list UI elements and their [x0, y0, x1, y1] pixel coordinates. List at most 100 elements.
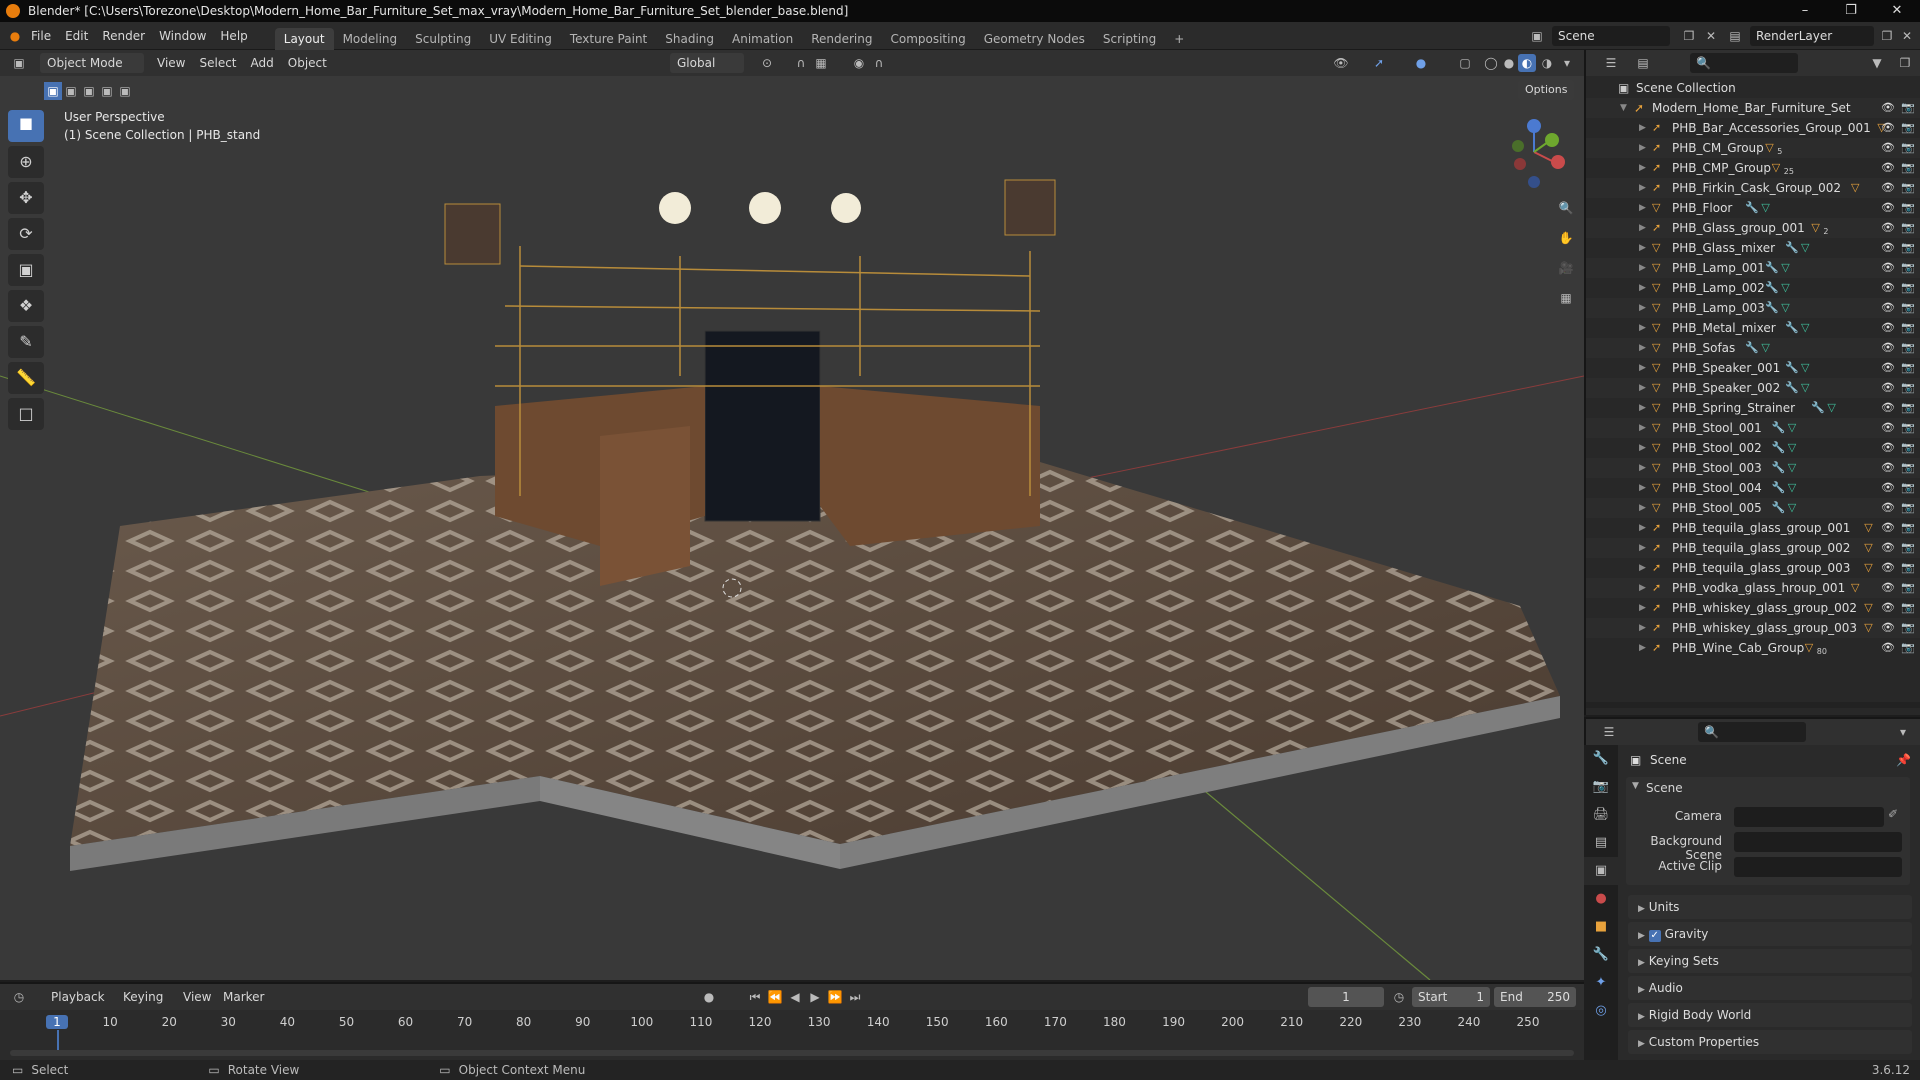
menu-view[interactable]: View: [150, 53, 192, 73]
scene-selector-icon[interactable]: ▣: [1528, 27, 1546, 45]
object-data-icon[interactable]: ▽: [1864, 618, 1872, 638]
camera-view-icon[interactable]: 🎥: [1552, 254, 1580, 282]
eye-icon[interactable]: 👁: [1881, 178, 1895, 198]
object-data-icon[interactable]: ▽: [1772, 158, 1780, 178]
properties-editor-icon[interactable]: ☰: [1600, 723, 1618, 741]
outliner-collection-row[interactable]: ▼ ➚ Modern_Home_Bar_Furniture_Set 👁 📷: [1586, 98, 1920, 118]
camera-icon[interactable]: 📷: [1901, 278, 1915, 298]
eye-icon[interactable]: 👁: [1881, 218, 1895, 238]
expand-icon[interactable]: ▶: [1639, 518, 1646, 538]
outliner-row[interactable]: ▶ ➚ PHB_CM_Group ▽ 5 👁 📷: [1586, 138, 1920, 158]
menu-marker[interactable]: Marker: [216, 987, 271, 1007]
expand-icon[interactable]: ▶: [1639, 578, 1646, 598]
outliner-search-input[interactable]: 🔍: [1690, 53, 1798, 73]
modifier-icon[interactable]: 🔧: [1772, 478, 1786, 498]
select-extend-icon[interactable]: ▣: [62, 82, 80, 100]
camera-icon[interactable]: 📷: [1901, 178, 1915, 198]
eye-icon[interactable]: 👁: [1881, 238, 1895, 258]
select-box-tool-icon[interactable]: ⯀: [8, 110, 44, 142]
mesh-data-icon[interactable]: ▽: [1788, 458, 1796, 478]
object-data-icon[interactable]: ▽: [1811, 218, 1819, 238]
camera-icon[interactable]: 📷: [1901, 618, 1915, 638]
particles-tab-icon[interactable]: ✦: [1584, 969, 1618, 997]
minimize-icon[interactable]: –: [1782, 0, 1828, 22]
expand-icon[interactable]: ▶: [1639, 278, 1646, 298]
select-subtract-icon[interactable]: ▣: [80, 82, 98, 100]
start-frame-field[interactable]: Start 1: [1412, 987, 1490, 1007]
material-shading-icon[interactable]: ◐: [1518, 54, 1536, 72]
outliner-row[interactable]: ▶ ➚ PHB_vodka_glass_hroup_001 ▽ 👁 📷: [1586, 578, 1920, 598]
camera-field[interactable]: [1734, 807, 1884, 827]
view-layer-icon[interactable]: ▤: [1726, 27, 1744, 45]
eye-icon[interactable]: 👁: [1881, 358, 1895, 378]
mesh-data-icon[interactable]: ▽: [1801, 358, 1809, 378]
eye-icon[interactable]: 👁: [1881, 378, 1895, 398]
object-data-icon[interactable]: ▽: [1864, 558, 1872, 578]
expand-icon[interactable]: ▶: [1639, 598, 1646, 618]
output-tab-icon[interactable]: 🖨: [1584, 801, 1618, 829]
physics-tab-icon[interactable]: ◎: [1584, 997, 1618, 1025]
tab-compositing[interactable]: Compositing: [881, 28, 974, 50]
modifier-icon[interactable]: 🔧: [1811, 398, 1825, 418]
expand-icon[interactable]: ▶: [1639, 458, 1646, 478]
timeline-scrollbar[interactable]: [10, 1050, 1574, 1056]
eye-icon[interactable]: 👁: [1881, 298, 1895, 318]
expand-icon[interactable]: ▶: [1639, 118, 1646, 138]
expand-icon[interactable]: ▶: [1639, 618, 1646, 638]
gravity-checkbox[interactable]: ✓: [1648, 930, 1661, 942]
blender-menu-icon[interactable]: ●: [6, 27, 24, 45]
mesh-data-icon[interactable]: ▽: [1827, 398, 1835, 418]
object-data-icon[interactable]: ▽: [1765, 138, 1773, 158]
rendered-shading-icon[interactable]: ◑: [1538, 54, 1556, 72]
mesh-data-icon[interactable]: ▽: [1788, 438, 1796, 458]
chevron-down-icon[interactable]: ▼: [1632, 781, 1639, 791]
modifier-icon[interactable]: 🔧: [1785, 238, 1799, 258]
camera-icon[interactable]: 📷: [1901, 518, 1915, 538]
editor-type-icon[interactable]: ▣: [10, 54, 28, 72]
visibility-filter-icon[interactable]: 👁: [1332, 54, 1350, 72]
transform-orientation-dropdown[interactable]: Global: [670, 53, 744, 73]
current-frame-field[interactable]: 1: [1308, 987, 1384, 1007]
mesh-data-icon[interactable]: ▽: [1788, 498, 1796, 518]
mesh-data-icon[interactable]: ▽: [1801, 378, 1809, 398]
camera-icon[interactable]: 📷: [1901, 498, 1915, 518]
eye-icon[interactable]: 👁: [1881, 278, 1895, 298]
eye-icon[interactable]: 👁: [1881, 418, 1895, 438]
tab-sculpting[interactable]: Sculpting: [406, 28, 480, 50]
tool-tab-icon[interactable]: 🔧: [1584, 745, 1618, 773]
pivot-icon[interactable]: ⊙: [758, 54, 776, 72]
modifier-icon[interactable]: 🔧: [1765, 278, 1779, 298]
expand-icon[interactable]: ▶: [1639, 478, 1646, 498]
add-cube-tool-icon[interactable]: □: [8, 398, 44, 430]
outliner-row[interactable]: ▶ ▽ PHB_Sofas 🔧 ▽ 👁 📷: [1586, 338, 1920, 358]
clock-icon[interactable]: ◷: [1390, 988, 1408, 1006]
modifier-icon[interactable]: 🔧: [1745, 338, 1759, 358]
gizmo-toggle-icon[interactable]: ➚: [1370, 54, 1388, 72]
overlay-toggle-icon[interactable]: ●: [1412, 54, 1430, 72]
camera-icon[interactable]: 📷: [1901, 358, 1915, 378]
rotate-tool-icon[interactable]: ⟳: [8, 218, 44, 250]
tab-rendering[interactable]: Rendering: [802, 28, 881, 50]
wireframe-shading-icon[interactable]: ◯: [1482, 54, 1500, 72]
delete-scene-icon[interactable]: ✕: [1702, 27, 1720, 45]
expand-icon[interactable]: ▶: [1639, 198, 1646, 218]
outliner-row[interactable]: ▶ ▽ PHB_Stool_003 🔧 ▽ 👁 📷: [1586, 458, 1920, 478]
new-layer-icon[interactable]: ❐: [1878, 27, 1896, 45]
tab-animation[interactable]: Animation: [723, 28, 802, 50]
record-icon[interactable]: ●: [700, 988, 718, 1006]
outliner-row[interactable]: ▶ ➚ PHB_Bar_Accessories_Group_001 ▽ 👁 📷: [1586, 118, 1920, 138]
menu-view-timeline[interactable]: View: [176, 987, 218, 1007]
panel-rigid-body-world[interactable]: ▶ Rigid Body World: [1628, 1003, 1912, 1027]
outliner-root-row[interactable]: ▣ Scene Collection: [1586, 78, 1920, 98]
expand-icon[interactable]: ▶: [1639, 338, 1646, 358]
outliner-row[interactable]: ▶ ▽ PHB_Lamp_003 🔧 ▽ 👁 📷: [1586, 298, 1920, 318]
menu-keying[interactable]: Keying: [116, 987, 170, 1007]
mesh-data-icon[interactable]: ▽: [1781, 298, 1789, 318]
eye-icon[interactable]: 👁: [1881, 518, 1895, 538]
outliner-editor-icon[interactable]: ☰: [1602, 54, 1620, 72]
outliner-row[interactable]: ▶ ➚ PHB_Wine_Cab_Group ▽ 80 👁 📷: [1586, 638, 1920, 658]
eye-icon[interactable]: 👁: [1881, 438, 1895, 458]
options-button[interactable]: Options: [1518, 80, 1575, 100]
eye-icon[interactable]: 👁: [1881, 138, 1895, 158]
outliner-row[interactable]: ▶ ▽ PHB_Metal_mixer 🔧 ▽ 👁 📷: [1586, 318, 1920, 338]
